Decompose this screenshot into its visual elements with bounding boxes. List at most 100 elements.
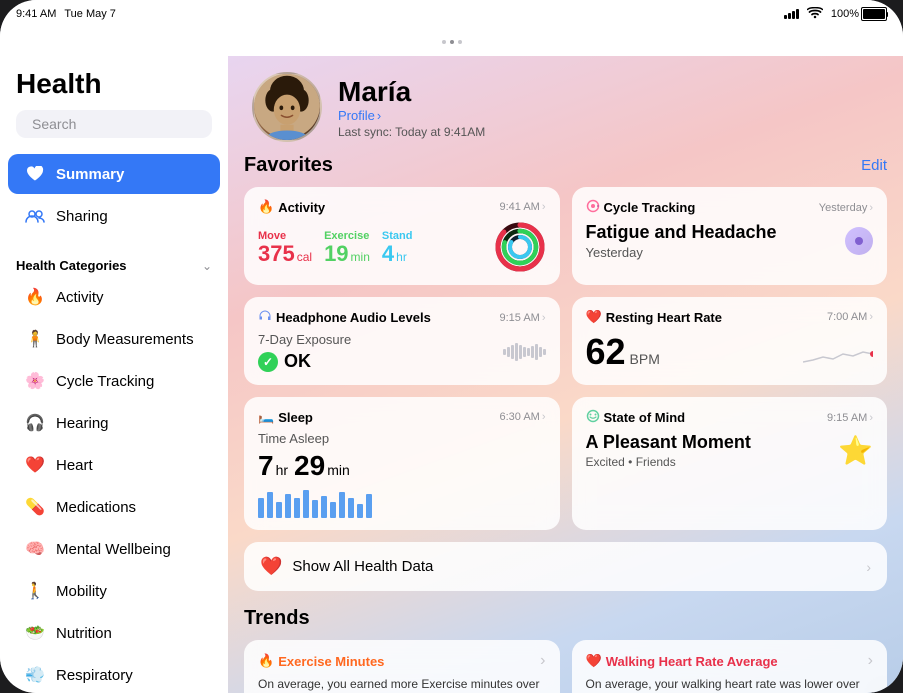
exercise-trend-card[interactable]: 🔥 Exercise Minutes › On average, you ear… <box>244 640 560 693</box>
chevron-right-icon: › <box>377 108 381 123</box>
wifi-icon <box>807 7 823 22</box>
heart-rate-value: 62 BPM <box>586 331 660 373</box>
profile-link[interactable]: Profile › <box>338 108 485 123</box>
profile-info: María Profile › Last sync: Today at 9:41… <box>338 76 485 139</box>
heart-show-all-icon: ❤️ <box>260 556 282 577</box>
headphone-time: 9:15 AM › <box>499 312 545 324</box>
heart-mini-chart <box>803 332 873 372</box>
main-content: María Profile › Last sync: Today at 9:41… <box>228 56 903 693</box>
sleep-content: Time Asleep 7 hr 29 min <box>258 431 546 518</box>
mind-card-title: State of Mind <box>586 409 686 426</box>
search-bar[interactable] <box>16 110 212 138</box>
sidebar-item-summary[interactable]: Summary <box>8 154 220 194</box>
search-input[interactable] <box>32 116 213 132</box>
walking-hr-desc: On average, your walking heart rate was … <box>586 676 874 693</box>
headphone-content: 7-Day Exposure ✓ OK <box>258 332 546 372</box>
heart-rate-card[interactable]: ❤️ Resting Heart Rate 7:00 AM › 62 <box>572 297 888 385</box>
content-area: Favorites Edit 🔥 Activity 9:41 AM <box>228 154 903 693</box>
show-all-health-button[interactable]: ❤️ Show All Health Data › <box>244 542 887 591</box>
walking-hr-trend-card[interactable]: ❤️ Walking Heart Rate Average › On avera… <box>572 640 888 693</box>
mobility-label: Mobility <box>56 583 107 600</box>
chevron-right-sm: › <box>542 201 546 213</box>
dot <box>458 40 462 44</box>
exercise-metric: Exercise 19 min <box>324 230 370 265</box>
sleep-time-stamp: 6:30 AM › <box>499 411 545 423</box>
chevron-down-icon: ⌄ <box>202 259 212 273</box>
status-time: 9:41 AM <box>16 8 56 20</box>
star-icon: ⭐ <box>838 434 873 467</box>
status-date: Tue May 7 <box>64 8 116 20</box>
battery-indicator: 100% <box>831 7 887 21</box>
mental-label: Mental Wellbeing <box>56 541 171 558</box>
sleep-duration: 7 hr 29 min <box>258 450 546 482</box>
cycle-card-title: Cycle Tracking <box>586 199 696 216</box>
sidebar-item-hearing[interactable]: 🎧 Hearing <box>8 403 220 443</box>
exercise-trend-desc: On average, you earned more Exercise min… <box>258 676 546 693</box>
hearing-label: Hearing <box>56 415 109 432</box>
respiratory-icon: 💨 <box>24 664 46 686</box>
sleep-bar-chart <box>258 488 546 518</box>
headphone-card[interactable]: Headphone Audio Levels 9:15 AM › 7-Day E… <box>244 297 560 385</box>
sidebar-item-respiratory[interactable]: 💨 Respiratory <box>8 655 220 693</box>
sidebar-item-sharing[interactable]: Sharing <box>8 196 220 236</box>
stand-metric: Stand 4 hr <box>382 230 413 265</box>
sidebar-item-mental-wellbeing[interactable]: 🧠 Mental Wellbeing <box>8 529 220 569</box>
move-metric: Move 375 cal <box>258 230 312 265</box>
ipad-frame: 9:41 AM Tue May 7 100% <box>0 0 903 693</box>
heart-cat-icon: ❤️ <box>24 454 46 476</box>
cycle-time: Yesterday › <box>819 202 873 214</box>
sidebar-item-body-measurements[interactable]: 🧍 Body Measurements <box>8 319 220 359</box>
check-icon: ✓ <box>258 352 278 372</box>
exercise-trend-chevron: › <box>540 652 545 670</box>
sleep-card-header: 🛏️ Sleep 6:30 AM › <box>258 409 546 425</box>
headphone-card-title: Headphone Audio Levels <box>258 309 431 326</box>
sidebar-item-medications[interactable]: 💊 Medications <box>8 487 220 527</box>
sidebar-item-heart[interactable]: ❤️ Heart <box>8 445 220 485</box>
nutrition-label: Nutrition <box>56 625 112 642</box>
headphone-card-header: Headphone Audio Levels 9:15 AM › <box>258 309 546 326</box>
heart-rate-title: ❤️ Resting Heart Rate <box>586 309 723 325</box>
exercise-trend-header: 🔥 Exercise Minutes › <box>258 652 546 670</box>
sleep-card[interactable]: 🛏️ Sleep 6:30 AM › Time Asleep 7 <box>244 397 560 530</box>
mind-content: A Pleasant Moment Excited • Friends ⭐ <box>586 432 874 469</box>
cycle-card[interactable]: Cycle Tracking Yesterday › Fatigue and H… <box>572 187 888 285</box>
sharing-icon <box>24 205 46 227</box>
favorites-grid: 🔥 Activity 9:41 AM › Move <box>244 187 887 530</box>
edit-button[interactable]: Edit <box>861 157 887 174</box>
sidebar-header: Health <box>0 56 228 146</box>
cycle-label: Cycle Tracking <box>56 373 154 390</box>
favorites-title: Favorites <box>244 154 333 177</box>
mind-card[interactable]: State of Mind 9:15 AM › A Pleasant Momen… <box>572 397 888 530</box>
body-icon: 🧍 <box>24 328 46 350</box>
headphone-icon <box>258 309 272 326</box>
activity-card[interactable]: 🔥 Activity 9:41 AM › Move <box>244 187 560 285</box>
walking-hr-trend-title: ❤️ Walking Heart Rate Average <box>586 653 778 669</box>
app-title: Health <box>16 68 212 100</box>
flame-icon: 🔥 <box>258 199 274 215</box>
categories-title: Health Categories <box>16 258 127 273</box>
sidebar-item-nutrition[interactable]: 🥗 Nutrition <box>8 613 220 653</box>
favorites-header: Favorites Edit <box>244 154 887 177</box>
hearing-icon: 🎧 <box>24 412 46 434</box>
nutrition-icon: 🥗 <box>24 622 46 644</box>
sleep-card-title: 🛏️ Sleep <box>258 409 313 425</box>
respiratory-label: Respiratory <box>56 667 133 684</box>
profile-header: María Profile › Last sync: Today at 9:41… <box>228 56 903 154</box>
sidebar-item-activity[interactable]: 🔥 Activity <box>8 277 220 317</box>
sidebar-nav: Summary Sharing <box>0 146 228 246</box>
activity-metrics: Move 375 cal Exercise 19 <box>258 230 412 265</box>
sharing-label: Sharing <box>56 208 108 225</box>
heart-label: Heart <box>56 457 93 474</box>
profile-name: María <box>338 76 485 108</box>
walking-hr-chevron: › <box>868 652 873 670</box>
heart-trend-icon: ❤️ <box>586 653 602 669</box>
dot <box>450 40 454 44</box>
app-body: Health <box>0 56 903 693</box>
categories-header: Health Categories ⌄ <box>0 246 228 277</box>
exercise-trend-title: 🔥 Exercise Minutes <box>258 653 384 669</box>
medications-label: Medications <box>56 499 136 516</box>
heart-icon-sm: ❤️ <box>586 309 602 325</box>
sidebar-item-cycle-tracking[interactable]: 🌸 Cycle Tracking <box>8 361 220 401</box>
sidebar-item-mobility[interactable]: 🚶 Mobility <box>8 571 220 611</box>
summary-label: Summary <box>56 166 124 183</box>
